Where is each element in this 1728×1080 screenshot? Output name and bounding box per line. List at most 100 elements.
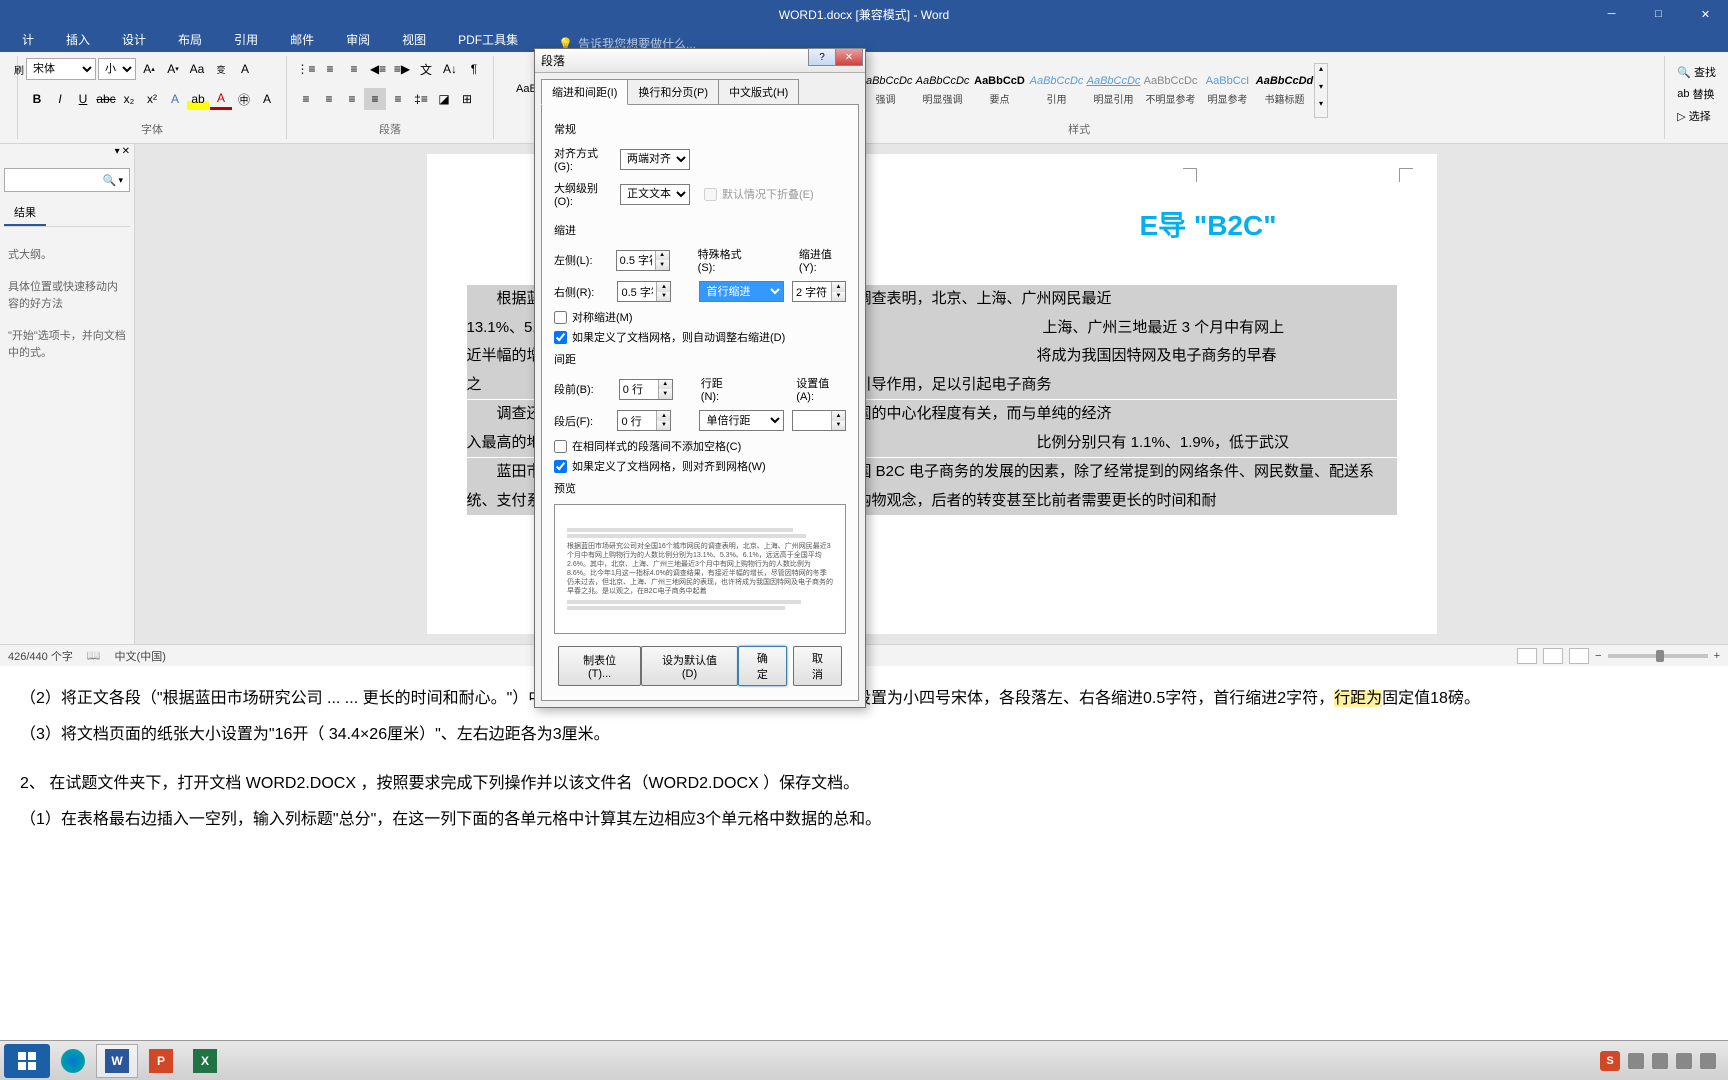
- char-border-button[interactable]: A: [234, 58, 256, 80]
- strikethrough-button[interactable]: abc: [95, 88, 117, 110]
- print-layout-button[interactable]: [1543, 648, 1563, 664]
- char-shading-button[interactable]: A: [256, 88, 278, 110]
- grow-font-button[interactable]: A▴: [138, 58, 160, 80]
- style-intense-emphasis[interactable]: AaBbCcDc明显强调: [915, 63, 970, 118]
- dialog-tab-asian[interactable]: 中文版式(H): [718, 79, 799, 105]
- style-intense-ref[interactable]: AaBbCcI明显参考: [1200, 63, 1255, 118]
- cancel-button[interactable]: 取消: [793, 646, 842, 686]
- at-spinner[interactable]: ▲▼: [792, 410, 846, 431]
- text-direction-button[interactable]: 文: [415, 58, 437, 80]
- align-right-button[interactable]: ≡: [341, 88, 363, 110]
- word-taskbar-button[interactable]: W: [96, 1044, 138, 1078]
- font-size-select[interactable]: 小四: [98, 58, 136, 80]
- style-book-title[interactable]: AaBbCcDd书籍标题: [1257, 63, 1312, 118]
- ime-icon[interactable]: S: [1600, 1051, 1620, 1071]
- enclose-char-button[interactable]: ㊥: [233, 88, 255, 110]
- ribbon-tab-references[interactable]: 引用: [222, 27, 270, 52]
- by-spinner[interactable]: ▲▼: [792, 281, 846, 302]
- sort-button[interactable]: A↓: [439, 58, 461, 80]
- style-quote[interactable]: AaBbCcDc引用: [1029, 63, 1084, 118]
- ribbon-tab-review[interactable]: 审阅: [334, 27, 382, 52]
- word-count[interactable]: 426/440 个字: [8, 648, 73, 664]
- auto-adjust-checkbox[interactable]: [554, 331, 567, 344]
- start-button[interactable]: [4, 1044, 50, 1078]
- nav-dropdown-icon[interactable]: ▾: [115, 146, 120, 157]
- shrink-font-button[interactable]: A▾: [162, 58, 184, 80]
- align-center-button[interactable]: ≡: [318, 88, 340, 110]
- web-layout-button[interactable]: [1569, 648, 1589, 664]
- dialog-tab-indents[interactable]: 缩进和间距(I): [541, 79, 628, 105]
- snap-grid-checkbox[interactable]: [554, 460, 567, 473]
- font-family-select[interactable]: 宋体: [26, 58, 96, 80]
- spelling-icon[interactable]: 📖: [87, 649, 101, 662]
- decrease-indent-button[interactable]: ◀≡: [367, 58, 389, 80]
- dialog-titlebar[interactable]: 段落 ? ✕: [535, 49, 865, 73]
- style-subtle-ref[interactable]: AaBbCcDc不明显参考: [1143, 63, 1198, 118]
- line-spacing-button[interactable]: ‡≡: [410, 88, 432, 110]
- change-case-button[interactable]: Aa: [186, 58, 208, 80]
- nav-search-input[interactable]: 🔍 ▾: [4, 168, 130, 192]
- maximize-button[interactable]: □: [1636, 0, 1681, 28]
- style-emphasis[interactable]: AaBbCcDc强调: [858, 63, 913, 118]
- ribbon-tab-view[interactable]: 视图: [390, 27, 438, 52]
- right-indent-spinner[interactable]: ▲▼: [617, 281, 671, 302]
- tray-item[interactable]: [1700, 1053, 1716, 1069]
- read-mode-button[interactable]: [1517, 648, 1537, 664]
- ribbon-tab-insert[interactable]: 插入: [54, 27, 102, 52]
- nav-close-button[interactable]: ✕: [122, 146, 130, 157]
- mirror-indent-checkbox[interactable]: [554, 311, 567, 324]
- subscript-button[interactable]: x₂: [118, 88, 140, 110]
- nav-tab-results[interactable]: 结果: [4, 200, 46, 226]
- alignment-select[interactable]: 两端对齐: [620, 149, 690, 170]
- excel-taskbar-button[interactable]: X: [184, 1044, 226, 1078]
- set-default-button[interactable]: 设为默认值(D): [641, 646, 738, 686]
- ribbon-tab-design[interactable]: 设计: [110, 27, 158, 52]
- bullets-button[interactable]: ⋮≡: [295, 58, 317, 80]
- justify-button[interactable]: ≡: [364, 88, 386, 110]
- special-indent-select[interactable]: 首行缩进: [699, 281, 784, 302]
- shading-button[interactable]: ◪: [433, 88, 455, 110]
- styles-more-button[interactable]: ▴ ▾ ▾: [1314, 63, 1328, 118]
- space-after-spinner[interactable]: ▲▼: [617, 410, 671, 431]
- close-window-button[interactable]: ✕: [1683, 0, 1728, 28]
- dialog-close-button[interactable]: ✕: [835, 48, 863, 66]
- font-color-button[interactable]: A: [210, 88, 232, 110]
- ok-button[interactable]: 确定: [738, 646, 787, 686]
- collapsed-checkbox[interactable]: [704, 188, 717, 201]
- ribbon-tab-layout[interactable]: 布局: [166, 27, 214, 52]
- text-effects-button[interactable]: A: [164, 88, 186, 110]
- dialog-tab-linebreaks[interactable]: 换行和分页(P): [627, 79, 719, 105]
- superscript-button[interactable]: x²: [141, 88, 163, 110]
- left-indent-spinner[interactable]: ▲▼: [616, 250, 670, 271]
- phonetic-guide-button[interactable]: 变: [210, 58, 232, 80]
- zoom-slider[interactable]: [1608, 654, 1708, 658]
- outline-select[interactable]: 正文文本: [620, 184, 690, 205]
- powerpoint-taskbar-button[interactable]: P: [140, 1044, 182, 1078]
- ribbon-tab[interactable]: 计: [10, 27, 46, 52]
- line-spacing-select[interactable]: 单倍行距: [699, 410, 784, 431]
- tray-item[interactable]: [1652, 1053, 1668, 1069]
- italic-button[interactable]: I: [49, 88, 71, 110]
- tabs-button[interactable]: 制表位(T)...: [558, 646, 641, 686]
- tray-item[interactable]: [1676, 1053, 1692, 1069]
- replace-button[interactable]: ab替换: [1673, 84, 1720, 104]
- tray-item[interactable]: [1628, 1053, 1644, 1069]
- no-space-checkbox[interactable]: [554, 440, 567, 453]
- highlight-button[interactable]: ab: [187, 88, 209, 110]
- edge-taskbar-button[interactable]: [52, 1044, 94, 1078]
- ribbon-tab-pdf[interactable]: PDF工具集: [446, 27, 530, 52]
- numbering-button[interactable]: ≡: [319, 58, 341, 80]
- distribute-button[interactable]: ≡: [387, 88, 409, 110]
- borders-button[interactable]: ⊞: [456, 88, 478, 110]
- style-strong[interactable]: AaBbCcD要点: [972, 63, 1027, 118]
- underline-button[interactable]: U: [72, 88, 94, 110]
- find-button[interactable]: 🔍查找: [1673, 62, 1720, 82]
- space-before-spinner[interactable]: ▲▼: [619, 379, 673, 400]
- zoom-in-button[interactable]: +: [1714, 650, 1720, 662]
- dialog-help-button[interactable]: ?: [808, 48, 836, 66]
- multilevel-button[interactable]: ≡: [343, 58, 365, 80]
- bold-button[interactable]: B: [26, 88, 48, 110]
- minimize-button[interactable]: ─: [1589, 0, 1634, 28]
- select-button[interactable]: ▷选择: [1673, 106, 1720, 126]
- align-left-button[interactable]: ≡: [295, 88, 317, 110]
